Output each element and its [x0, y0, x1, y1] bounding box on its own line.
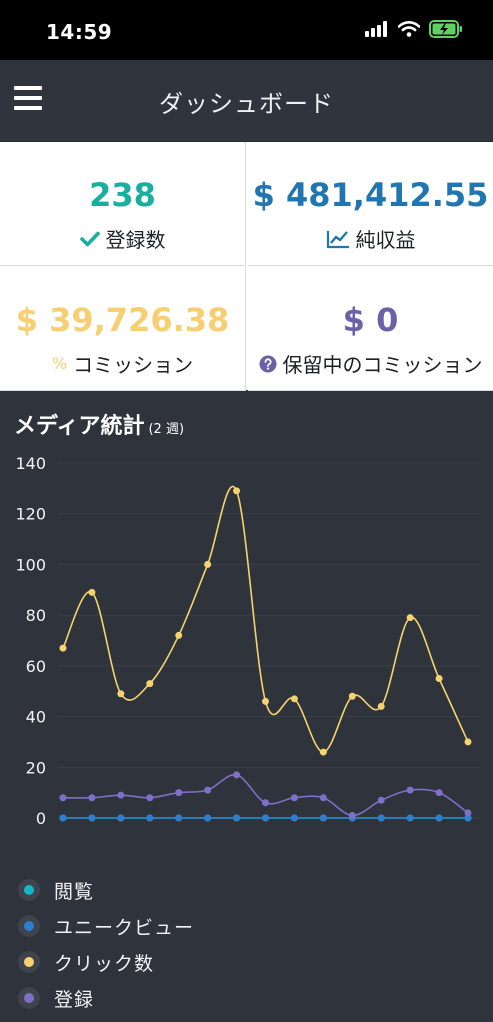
series-point-3 [204, 786, 212, 794]
series-point-2 [348, 692, 356, 700]
legend-label: クリック数 [54, 952, 155, 975]
stat-label: 保留中のコミッション [282, 353, 483, 377]
series-point-1 [233, 814, 241, 822]
legend-item-clicks[interactable]: クリック数 [18, 944, 194, 980]
series-point-3 [233, 771, 241, 779]
series-point-3 [319, 794, 327, 802]
legend-marker [18, 951, 40, 973]
legend-label: ユニークビュー [54, 916, 195, 939]
wifi-icon [398, 21, 420, 37]
series-point-2 [262, 697, 269, 705]
percent-icon: % [51, 354, 68, 373]
y-tick-label: 60 [26, 657, 46, 676]
stat-value: $ 39,726.38 [15, 301, 230, 339]
series-point-3 [464, 809, 472, 817]
series-point-3 [88, 794, 96, 802]
series-point-2 [204, 560, 212, 568]
stat-label-row: 純収益 [248, 224, 493, 253]
legend-label: 閲覧 [54, 880, 95, 903]
stat-net-revenue[interactable]: $ 481,412.55 純収益 [248, 142, 493, 266]
series-point-2 [175, 631, 183, 639]
status-icons [365, 20, 463, 38]
series-point-1 [117, 814, 125, 822]
series-point-2 [290, 695, 298, 703]
stat-value: $ 481,412.55 [252, 176, 489, 214]
chart-legend: 閲覧 ユニークビュー クリック数 登録 [18, 872, 194, 1016]
series-point-2 [435, 675, 443, 683]
series-point-2 [59, 644, 67, 652]
series-point-2 [233, 487, 241, 495]
chart-title-text: メディア統計 [14, 414, 145, 439]
stat-value: 238 [89, 176, 156, 214]
battery-charging-icon [429, 20, 462, 38]
legend-item-views[interactable]: 閲覧 [18, 872, 194, 908]
y-tick-label: 40 [26, 708, 46, 727]
stat-pending-commission[interactable]: $ 0 保留中のコミッション [248, 267, 493, 391]
series-point-3 [377, 796, 385, 804]
page-title: ダッシュボード [159, 90, 334, 118]
series-point-1 [262, 814, 269, 822]
series-point-3 [59, 794, 67, 802]
question-circle-icon [259, 355, 276, 372]
series-point-1 [88, 814, 96, 822]
y-tick-label: 140 [15, 454, 46, 473]
stat-label: 登録数 [105, 228, 166, 252]
y-tick-label: 120 [15, 505, 46, 524]
app-header: ダッシュボード [0, 60, 493, 142]
series-point-3 [262, 799, 269, 807]
stat-label-row: % コミッション [0, 349, 245, 378]
legend-marker [18, 879, 40, 901]
line-chart-icon [326, 230, 349, 248]
chart-subtitle: (2 週) [148, 422, 185, 437]
series-point-3 [290, 794, 298, 802]
y-tick-label: 100 [15, 555, 46, 574]
series-point-2 [319, 748, 327, 756]
stats-grid: 238 登録数 $ 481,412.55 純収益 $ 39,726.38 % コ… [0, 142, 493, 391]
stat-label-row: 登録数 [0, 224, 245, 253]
legend-item-unique-views[interactable]: ユニークビュー [18, 908, 194, 944]
series-point-2 [117, 690, 125, 698]
series-point-3 [175, 789, 183, 797]
status-time: 14:59 [46, 20, 113, 44]
chart-title: メディア統計 (2 週) [14, 408, 184, 440]
stat-label: コミッション [73, 353, 194, 377]
stat-registrations[interactable]: 238 登録数 [0, 142, 246, 266]
series-point-3 [146, 794, 154, 802]
series-point-3 [406, 786, 414, 794]
y-tick-label: 0 [36, 809, 46, 828]
series-point-1 [377, 814, 385, 822]
series-point-1 [319, 814, 327, 822]
series-point-1 [175, 814, 183, 822]
status-bar: 14:59 [0, 0, 493, 60]
check-icon [79, 231, 100, 246]
series-point-1 [290, 814, 298, 822]
series-point-2 [377, 702, 385, 710]
series-point-1 [435, 814, 443, 822]
stat-label: 純収益 [355, 228, 416, 252]
series-point-1 [204, 814, 212, 822]
series-point-1 [406, 814, 414, 822]
y-tick-label: 80 [26, 606, 46, 625]
series-point-2 [406, 614, 414, 622]
legend-marker [18, 915, 40, 937]
series-point-2 [464, 738, 472, 746]
series-point-3 [348, 811, 356, 819]
y-tick-label: 20 [26, 758, 46, 777]
media-stats-chart: 140 120 100 80 60 40 20 0 [15, 454, 480, 828]
stat-commission[interactable]: $ 39,726.38 % コミッション [0, 267, 246, 391]
series-point-1 [146, 814, 154, 822]
series-point-2 [146, 680, 154, 688]
series-point-3 [117, 791, 125, 799]
stat-value: $ 0 [342, 301, 399, 339]
signal-icon [365, 21, 387, 37]
legend-item-registrations[interactable]: 登録 [18, 980, 194, 1016]
series-point-1 [59, 814, 67, 822]
stat-label-row: 保留中のコミッション [248, 349, 493, 378]
legend-label: 登録 [54, 988, 95, 1011]
series-point-2 [88, 588, 96, 596]
legend-marker [18, 987, 40, 1009]
series-point-3 [435, 789, 443, 797]
